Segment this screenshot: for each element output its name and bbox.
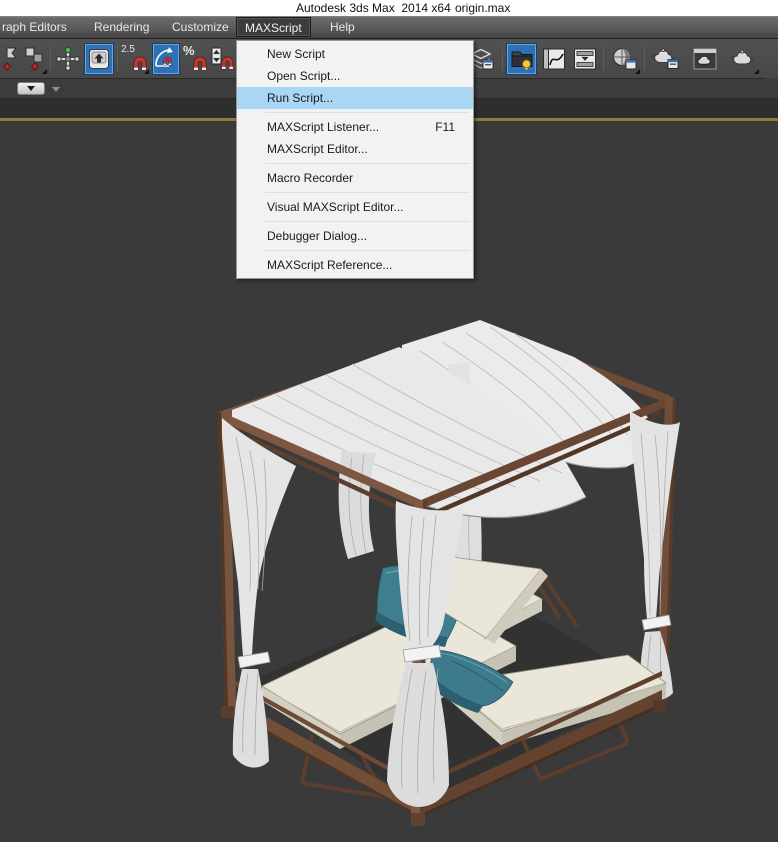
menu-item-maxscript-editor[interactable]: MAXScript Editor...: [237, 138, 473, 160]
angle-snap-icon: [153, 46, 179, 72]
menu-item-open-script[interactable]: Open Script...: [237, 65, 473, 87]
toolbar-separator: [50, 46, 51, 71]
select-and-manipulate-button[interactable]: [54, 43, 81, 75]
mirror-icon: [0, 46, 22, 72]
menu-maxscript[interactable]: MAXScript: [236, 17, 311, 37]
menu-separator: [265, 112, 470, 113]
chevron-down-icon[interactable]: [52, 87, 60, 92]
percent-snap-button[interactable]: %: [182, 43, 208, 75]
rendered-frame-window-button[interactable]: [688, 43, 722, 75]
menu-item-new-script[interactable]: New Script: [237, 43, 473, 65]
menu-separator: [265, 221, 470, 222]
render-production-button[interactable]: [726, 43, 760, 75]
shortcut-label: F11: [435, 116, 455, 138]
rendered-frame-window-icon: [691, 46, 719, 72]
menu-item-macro-recorder[interactable]: Macro Recorder: [237, 167, 473, 189]
menu-separator: [265, 163, 470, 164]
mirror-button[interactable]: [0, 43, 22, 75]
snaps-toggle-button[interactable]: 2.5: [120, 43, 150, 75]
curve-editor-icon: [541, 46, 567, 72]
toolbar-separator: [603, 46, 604, 71]
menu-item-label: MAXScript Listener...: [267, 120, 379, 134]
menu-customize[interactable]: Customize: [164, 17, 237, 37]
flyout-corner: [42, 69, 47, 74]
menu-help[interactable]: Help: [322, 17, 363, 37]
spinner-snap-icon: [210, 45, 236, 73]
toolbar-separator: [644, 46, 645, 71]
toolbar-overflow-dropdown[interactable]: [17, 82, 45, 95]
toolbar-separator: [502, 46, 503, 71]
menu-separator: [265, 192, 470, 193]
keyboard-shortcut-override-button[interactable]: [84, 43, 114, 75]
schematic-view-button[interactable]: [570, 43, 599, 75]
menu-item-run-script[interactable]: Run Script...: [237, 87, 473, 109]
app-title: Autodesk 3ds Max 2014 x64: [296, 1, 451, 15]
menu-item-maxscript-reference[interactable]: MAXScript Reference...: [237, 254, 473, 276]
snaps-mode-label: 2.5: [121, 44, 135, 55]
menu-item-debugger-dialog[interactable]: Debugger Dialog...: [237, 225, 473, 247]
chevron-down-icon: [27, 86, 35, 91]
material-editor-button[interactable]: [607, 43, 641, 75]
curve-editor-button[interactable]: [539, 43, 568, 75]
select-and-manipulate-icon: [55, 46, 81, 72]
document-name: origin.max: [455, 1, 510, 15]
spinner-snap-button[interactable]: [209, 43, 237, 75]
menu-separator: [265, 250, 470, 251]
toolbar-separator: [117, 46, 118, 71]
render-production-icon: [729, 46, 757, 72]
title-bar: Autodesk 3ds Max 2014 x64 origin.max: [0, 0, 778, 16]
menu-item-maxscript-listener[interactable]: MAXScript Listener... F11: [237, 116, 473, 138]
menu-rendering[interactable]: Rendering: [86, 17, 157, 37]
flyout-corner: [144, 69, 149, 74]
flyout-corner: [635, 69, 640, 74]
render-setup-icon: [651, 46, 681, 72]
menu-graph-editors[interactable]: raph Editors: [0, 17, 75, 37]
scene-explorer-toggle-button[interactable]: [506, 43, 537, 75]
maxscript-menu: New Script Open Script... Run Script... …: [236, 40, 474, 279]
percent-snap-label: %: [183, 43, 195, 58]
keyboard-shortcut-override-icon: [87, 47, 111, 71]
align-button[interactable]: [22, 43, 48, 75]
menu-item-visual-maxscript-editor[interactable]: Visual MAXScript Editor...: [237, 196, 473, 218]
angle-snap-button[interactable]: [152, 43, 180, 75]
render-setup-button[interactable]: [648, 43, 684, 75]
schematic-view-icon: [572, 46, 598, 72]
material-editor-icon: [610, 46, 638, 72]
app-window: Autodesk 3ds Max 2014 x64 origin.max rap…: [0, 0, 778, 842]
menu-bar: raph Editors Rendering Customize MAXScri…: [0, 16, 778, 39]
flyout-corner: [754, 69, 759, 74]
scene-explorer-toggle-icon: [509, 46, 535, 72]
